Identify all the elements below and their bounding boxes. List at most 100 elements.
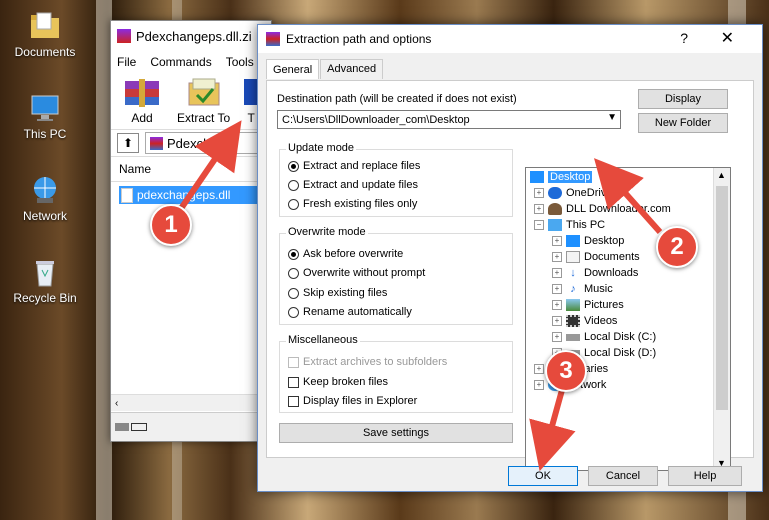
tree-node-pictures[interactable]: + Pictures xyxy=(552,297,624,313)
expand-icon[interactable]: + xyxy=(534,188,544,198)
expand-icon[interactable]: + xyxy=(552,268,562,278)
tree-node-desktop[interactable]: Desktop xyxy=(530,169,593,185)
desktop-folder-icon xyxy=(530,171,544,183)
winrar-titlebar[interactable]: Pdexchangeps.dll.zi xyxy=(111,21,271,51)
help-button[interactable]: Help xyxy=(668,466,742,486)
checkbox-icon xyxy=(288,376,299,388)
checkbox-keep-broken[interactable]: Keep broken files xyxy=(288,376,388,388)
tab-advanced[interactable]: Advanced xyxy=(320,59,384,79)
expand-icon[interactable]: + xyxy=(534,364,544,374)
callout-badge-1: 1 xyxy=(150,204,192,246)
option-label: Extract and replace files xyxy=(303,160,421,172)
up-folder-button[interactable]: ⬆ xyxy=(117,133,139,153)
option-label: Skip existing files xyxy=(303,287,388,299)
desktop-icon-this-pc[interactable]: This PC xyxy=(10,92,80,141)
column-header-name[interactable]: Name xyxy=(111,157,271,182)
tab-general[interactable]: General xyxy=(266,59,320,79)
chevron-down-icon[interactable]: ▼ xyxy=(607,112,617,123)
checkbox-icon xyxy=(288,356,299,368)
checkbox-extract-to-subfolders: Extract archives to subfolders xyxy=(288,356,447,368)
option-label: Overwrite without prompt xyxy=(303,267,426,279)
save-settings-button[interactable]: Save settings xyxy=(279,423,513,443)
tree-node-local-disk-c[interactable]: + Local Disk (C:) xyxy=(552,329,656,345)
horizontal-scrollbar[interactable]: ‹ xyxy=(111,394,271,411)
radio-checked-icon xyxy=(288,248,299,260)
checkbox-display-in-explorer[interactable]: Display files in Explorer xyxy=(288,395,417,407)
winrar-app-icon xyxy=(117,29,131,43)
extract-to-button[interactable]: Extract To xyxy=(177,75,230,125)
dll-file-icon xyxy=(121,187,133,203)
collapse-icon[interactable]: − xyxy=(534,220,544,230)
cancel-button[interactable]: Cancel xyxy=(588,466,658,486)
misc-title: Miscellaneous xyxy=(286,334,360,346)
scroll-up-icon[interactable]: ▲ xyxy=(717,170,726,180)
dialog-app-icon xyxy=(266,32,280,46)
radio-rename-automatically[interactable]: Rename automatically xyxy=(288,306,412,318)
radio-icon xyxy=(288,306,299,318)
tree-node-onedrive[interactable]: + OneDrive xyxy=(534,185,612,201)
expand-icon[interactable]: + xyxy=(552,284,562,294)
archive-books-icon xyxy=(121,75,163,109)
radio-icon xyxy=(288,267,299,279)
up-arrow-icon: ⬆ xyxy=(122,136,134,150)
tree-label: Documents xyxy=(584,251,640,263)
radio-overwrite-without-prompt[interactable]: Overwrite without prompt xyxy=(288,267,425,279)
radio-extract-update[interactable]: Extract and update files xyxy=(288,179,418,191)
destination-label: Destination path (will be created if doe… xyxy=(277,93,517,105)
close-icon[interactable]: ✕ xyxy=(721,28,734,48)
tree-node-music[interactable]: + ♪ Music xyxy=(552,281,613,297)
scroll-thumb[interactable] xyxy=(716,186,728,410)
folder-tree[interactable]: Desktop + OneDrive + DLL Downloader.com − T… xyxy=(525,167,731,471)
expand-icon[interactable]: + xyxy=(552,300,562,310)
desktop-icon-label: Network xyxy=(22,209,67,223)
tree-vertical-scrollbar[interactable]: ▲ ▼ xyxy=(713,168,730,470)
expand-icon[interactable]: + xyxy=(552,316,562,326)
music-note-icon: ♪ xyxy=(570,283,576,295)
menu-file[interactable]: File xyxy=(117,55,136,69)
option-label: Ask before overwrite xyxy=(303,248,404,260)
tree-node-pc-desktop[interactable]: + Desktop xyxy=(552,233,624,249)
radio-ask-before-overwrite[interactable]: Ask before overwrite xyxy=(288,248,403,260)
expand-icon[interactable]: + xyxy=(552,236,562,246)
dialog-titlebar[interactable]: Extraction path and options ? ✕ xyxy=(258,25,762,53)
destination-path-combobox[interactable]: C:\Users\DllDownloader_com\Desktop ▼ xyxy=(277,110,621,129)
new-folder-button[interactable]: New Folder xyxy=(638,113,728,133)
expand-icon[interactable]: + xyxy=(534,204,544,214)
winrar-menubar: File Commands Tools xyxy=(111,51,271,73)
add-label: Add xyxy=(131,111,153,125)
radio-extract-replace[interactable]: Extract and replace files xyxy=(288,160,420,172)
key-icon xyxy=(131,423,147,431)
computer-icon xyxy=(29,92,61,124)
tree-node-videos[interactable]: + Videos xyxy=(552,313,617,329)
radio-fresh-existing[interactable]: Fresh existing files only xyxy=(288,198,417,210)
address-text: Pdexchang xyxy=(167,135,233,151)
display-button[interactable]: Display xyxy=(638,89,728,109)
winrar-address-bar: ⬆ Pdexchang xyxy=(111,129,271,157)
radio-icon xyxy=(288,198,299,210)
desktop-icon-recycle-bin[interactable]: Recycle Bin xyxy=(10,256,80,305)
add-button[interactable]: Add xyxy=(121,75,163,125)
callout-badge-2: 2 xyxy=(656,226,698,268)
ok-button[interactable]: OK xyxy=(508,466,578,486)
expand-icon[interactable]: + xyxy=(552,252,562,262)
expand-icon[interactable]: + xyxy=(552,332,562,342)
menu-tools[interactable]: Tools xyxy=(226,55,254,69)
radio-skip-existing[interactable]: Skip existing files xyxy=(288,287,387,299)
desktop-icon-network[interactable]: Network xyxy=(10,174,80,223)
menu-commands[interactable]: Commands xyxy=(150,55,211,69)
update-mode-title: Update mode xyxy=(286,142,357,154)
user-icon xyxy=(548,203,562,215)
cloud-icon xyxy=(548,187,562,199)
general-panel: Destination path (will be created if doe… xyxy=(266,80,754,471)
desktop-icon-documents[interactable]: Documents xyxy=(10,10,80,59)
tree-node-dll-downloader[interactable]: + DLL Downloader.com xyxy=(534,201,671,217)
tree-node-downloads[interactable]: + ↓ Downloads xyxy=(552,265,638,281)
file-row[interactable]: pdexchangeps.dll xyxy=(119,186,263,204)
address-box[interactable]: Pdexchang xyxy=(145,132,271,154)
help-title-button[interactable]: ? xyxy=(680,30,688,46)
overwrite-mode-title: Overwrite mode xyxy=(286,226,368,238)
overwrite-mode-group: Overwrite mode Ask before overwrite Over… xyxy=(279,226,513,325)
tree-node-this-pc[interactable]: − This PC xyxy=(534,217,605,233)
expand-icon[interactable]: + xyxy=(534,380,544,390)
tree-node-documents[interactable]: + Documents xyxy=(552,249,640,265)
